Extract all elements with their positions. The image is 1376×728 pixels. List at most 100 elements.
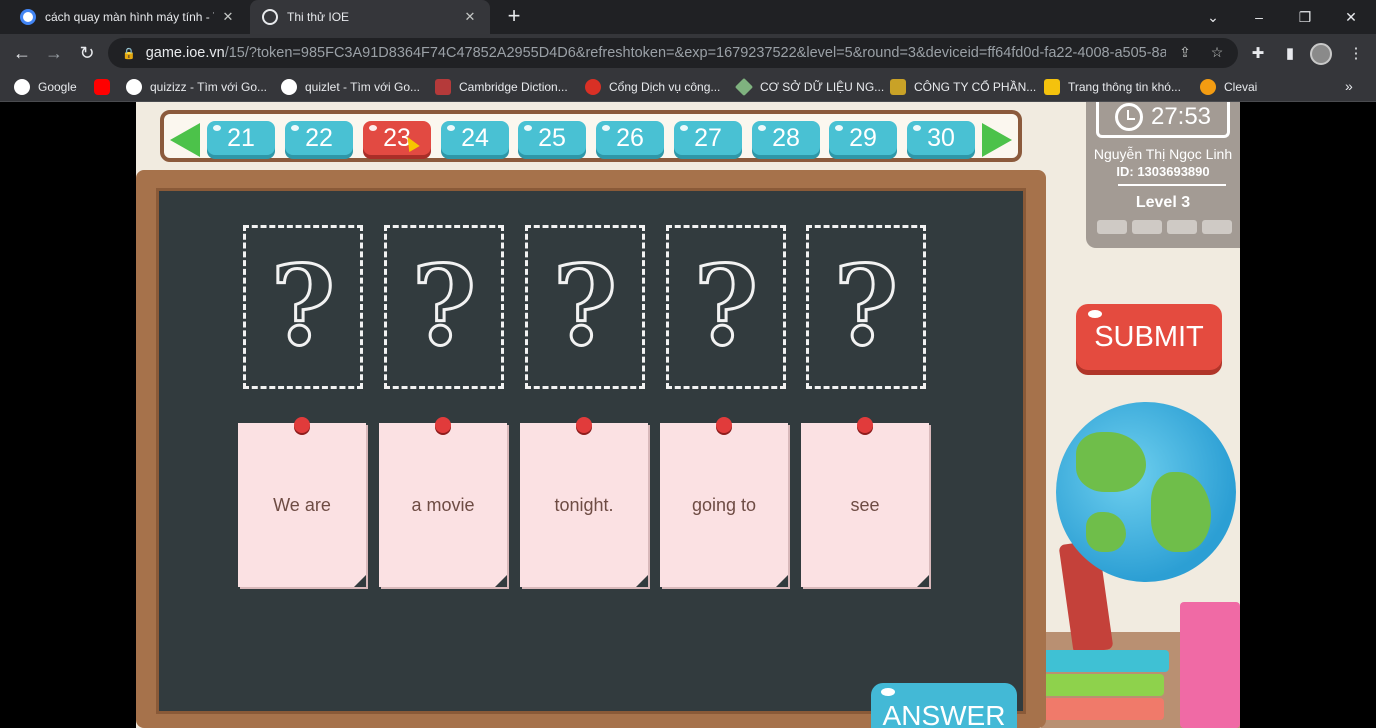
question-button-25[interactable]: 25 [518,121,586,155]
word-card[interactable]: tonight. [520,417,648,587]
timer-value: 27:53 [1150,102,1212,130]
pencil-cup-image [1180,602,1240,728]
extensions-icon[interactable]: ✚ [1248,44,1268,64]
close-tab-icon[interactable]: ✕ [462,9,478,25]
answer-slot-5[interactable]: ? [806,225,926,389]
browser-toolbar: ← → ↻ 🔒 game.ioe.vn/15/?token=985FC3A91D… [0,34,1376,72]
blackboard-frame: ? ? ? ? ? We are a movie tonight. going … [136,170,1046,728]
browser-tab-bar: cách quay màn hình máy tính - T ✕ Thi th… [0,0,1376,34]
avatar[interactable] [1310,43,1332,65]
answer-slot-3[interactable]: ? [525,225,645,389]
pin-icon [716,417,732,433]
word-card[interactable]: see [801,417,929,587]
word-card-text: We are [273,494,331,515]
google-icon [281,79,297,95]
pin-icon [576,417,592,433]
question-mark-icon: ? [269,241,336,370]
star-icon[interactable]: ☆ [1208,44,1226,62]
tab-title: Thi thử IOE [287,10,350,24]
player-name: Nguyễn Thị Ngọc Linh [1093,146,1233,162]
word-card-text: going to [691,494,757,515]
minimize-button[interactable]: – [1236,0,1282,34]
submit-button[interactable]: SUBMIT [1076,304,1222,370]
address-bar[interactable]: 🔒 game.ioe.vn/15/?token=985FC3A91D8364F7… [108,38,1238,68]
bookmark-cong-ty[interactable]: CÔNG TY CỔ PHẦN... [890,77,1036,97]
emblem-icon [585,79,601,95]
alarm-clock-icon [1114,102,1143,131]
globe-icon [262,9,278,25]
tab-ioe[interactable]: Thi thử IOE ✕ [250,0,490,34]
share-icon[interactable]: ⇪ [1176,44,1194,62]
level-progress-segment [1202,220,1232,234]
question-mark-icon: ? [692,241,759,370]
close-tab-icon[interactable]: ✕ [220,9,236,25]
bookmarks-bar: Google quizizz - Tìm với Go... quizlet -… [0,72,1376,102]
question-button-22[interactable]: 22 [285,121,353,155]
next-arrow-icon[interactable] [982,123,1012,157]
pin-icon [294,417,310,433]
question-mark-icon: ? [832,241,899,370]
question-button-28[interactable]: 28 [752,121,820,155]
google-icon [20,9,36,25]
clevai-icon [1200,79,1216,95]
answer-button[interactable]: ANSWER [871,683,1017,728]
question-button-23[interactable]: 23 [363,121,431,155]
word-card[interactable]: going to [660,417,788,587]
bookmark-trang-thong-tin[interactable]: Trang thông tin khó... [1044,77,1181,97]
bookmark-cambridge[interactable]: Cambridge Diction... [435,77,568,97]
bookmark-quizizz[interactable]: quizizz - Tìm với Go... [126,77,267,97]
question-navigator: 21 22 23 24 25 26 27 28 29 30 [160,110,1022,162]
previous-arrow-icon[interactable] [170,123,200,157]
close-window-button[interactable]: ✕ [1328,0,1374,34]
youtube-icon [94,79,110,95]
player-id: ID: 1303693890 [1116,164,1210,179]
side-panel-icon[interactable]: ▮ [1280,44,1300,64]
question-button-27[interactable]: 27 [674,121,742,155]
word-card[interactable]: We are [238,417,366,587]
bookmark-clevai[interactable]: Clevai [1200,77,1257,97]
question-button-29[interactable]: 29 [829,121,897,155]
back-button[interactable]: ← [8,39,36,67]
page-viewport: 21 22 23 24 25 26 27 28 29 30 27:53 Nguy… [0,102,1376,728]
restore-button[interactable]: ❐ [1282,0,1328,34]
bookmark-youtube[interactable] [94,77,118,97]
google-icon [126,79,142,95]
answer-slot-2[interactable]: ? [384,225,504,389]
bookmark-dich-vu-cong[interactable]: Cổng Dịch vụ công... [585,77,720,97]
answer-slot-4[interactable]: ? [666,225,786,389]
pin-icon [857,417,873,433]
more-bookmarks-button[interactable]: » [1345,78,1353,94]
level-progress-segment [1097,220,1127,234]
word-card-text: see [850,494,880,515]
question-button-24[interactable]: 24 [441,121,509,155]
question-button-26[interactable]: 26 [596,121,664,155]
reload-button[interactable]: ↻ [73,39,101,67]
hexagon-icon [1044,79,1060,95]
google-icon [14,79,30,95]
question-button-30[interactable]: 30 [907,121,975,155]
bookmark-quizlet[interactable]: quizlet - Tìm với Go... [281,77,420,97]
game-area: 21 22 23 24 25 26 27 28 29 30 27:53 Nguy… [136,102,1240,728]
tab-search[interactable]: cách quay màn hình máy tính - T ✕ [8,0,248,34]
level-progress-segment [1132,220,1162,234]
question-mark-icon: ? [551,241,618,370]
word-card-text: tonight. [554,494,614,515]
tab-search-chevron-icon[interactable]: ⌄ [1190,0,1236,34]
pin-icon [435,417,451,433]
blackboard: ? ? ? ? ? We are a movie tonight. going … [156,188,1026,728]
answer-slot-1[interactable]: ? [243,225,363,389]
url-text: game.ioe.vn/15/?token=985FC3A91D8364F74C… [145,45,1166,61]
company-icon [890,79,906,95]
menu-icon[interactable]: ⋮ [1346,44,1366,64]
word-card[interactable]: a movie [379,417,507,587]
new-tab-button[interactable]: + [502,5,526,29]
question-button-21[interactable]: 21 [207,121,275,155]
forward-button[interactable]: → [40,39,68,67]
bookmark-co-so-du-lieu[interactable]: CƠ SỞ DỮ LIỆU NG... [734,77,884,97]
level-label: Level 3 [1135,194,1191,211]
word-card-text: a movie [411,494,475,515]
bookmark-google[interactable]: Google [14,77,77,97]
globe-image [1056,402,1236,582]
lock-icon: 🔒 [122,47,136,60]
diamond-icon [734,77,754,97]
